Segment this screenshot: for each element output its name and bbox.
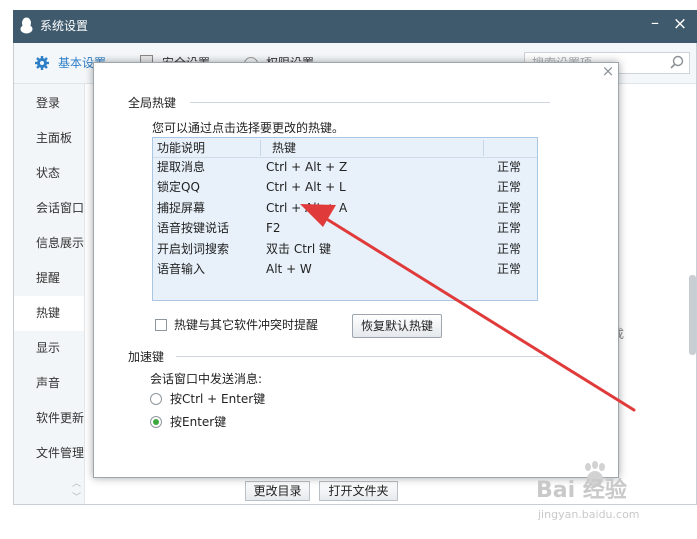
dialog-close-button[interactable]: × — [601, 64, 615, 79]
table-cell-hotkey[interactable]: Ctrl + Alt + L — [266, 177, 346, 197]
open-folder-button[interactable]: 打开文件夹 — [319, 481, 398, 501]
title-bar — [13, 10, 697, 43]
table-cell-status: 正常 — [497, 221, 522, 235]
radio-ctrl-enter-label[interactable]: 按Ctrl + Enter键 — [170, 391, 265, 407]
chevron-up-icon[interactable]: ︿ — [72, 476, 81, 489]
baidu-watermark-url: jingyan.baidu.com — [538, 508, 640, 521]
chevron-down-icon[interactable]: ﹀ — [72, 490, 81, 503]
sidebar-item-login[interactable]: 登录 — [14, 86, 84, 121]
send-message-label: 会话窗口中发送消息: — [150, 372, 263, 386]
table-cell-status: 正常 — [497, 262, 522, 276]
restore-default-hotkeys-button[interactable]: 恢复默认热键 — [352, 314, 442, 338]
sidebar-item-chat-window[interactable]: 会话窗口 — [14, 191, 84, 226]
table-cell-function: 开启划词搜索 — [157, 242, 230, 256]
table-cell-status: 正常 — [497, 242, 522, 256]
table-cell-hotkey[interactable]: Alt + W — [266, 259, 312, 279]
column-separator — [260, 140, 261, 156]
close-window-button[interactable]: × — [672, 15, 688, 33]
sidebar-item-main-panel[interactable]: 主面板 — [14, 121, 84, 156]
radio-enter-label[interactable]: 按Enter键 — [170, 414, 226, 430]
column-header-hotkey[interactable]: 热键 — [272, 140, 296, 156]
section-divider — [190, 102, 550, 103]
table-row[interactable] — [153, 259, 537, 279]
window-title: 系统设置 — [40, 19, 89, 33]
table-cell-status: 正常 — [497, 180, 522, 194]
sidebar-item-file-management[interactable]: 文件管理 — [14, 436, 84, 471]
table-cell-status: 正常 — [497, 160, 522, 174]
sidebar-item-display[interactable]: 显示 — [14, 331, 84, 366]
table-cell-hotkey[interactable]: Ctrl + Alt + A — [266, 198, 347, 218]
column-separator — [483, 140, 484, 156]
search-icon[interactable] — [669, 55, 684, 70]
change-directory-button[interactable]: 更改目录 — [245, 481, 310, 501]
table-cell-hotkey[interactable]: F2 — [266, 218, 281, 238]
scrollbar-thumb[interactable] — [689, 275, 696, 355]
sidebar-item-status[interactable]: 状态 — [14, 156, 84, 191]
sidebar-item-hotkeys[interactable]: 热键 — [14, 296, 84, 331]
minimize-button[interactable]: – — [648, 15, 662, 32]
table-cell-status: 正常 — [497, 201, 522, 215]
conflict-reminder-checkbox[interactable] — [155, 319, 167, 331]
radio-selected-dot — [153, 419, 159, 425]
qq-penguin-icon — [20, 17, 33, 34]
baidu-watermark: Bai 经验 — [536, 478, 627, 503]
sidebar-item-software-update[interactable]: 软件更新 — [14, 401, 84, 436]
table-cell-function: 语音按键说话 — [157, 221, 230, 235]
gear-icon — [35, 56, 49, 70]
column-header-function[interactable]: 功能说明 — [157, 140, 205, 156]
radio-ctrl-enter[interactable] — [150, 393, 162, 405]
sidebar-item-sound[interactable]: 声音 — [14, 366, 84, 401]
table-cell-function: 提取消息 — [157, 160, 206, 174]
table-cell-hotkey[interactable]: Ctrl + Alt + Z — [266, 157, 347, 177]
sidebar-item-info-display[interactable]: 信息展示 — [14, 226, 84, 261]
hotkey-hint: 您可以通过点击选择要更改的热键。 — [152, 121, 345, 135]
section-divider — [176, 356, 550, 357]
sidebar-item-reminder[interactable]: 提醒 — [14, 261, 84, 296]
table-cell-function: 锁定QQ — [157, 180, 200, 194]
accelerator-section-title: 加速键 — [128, 350, 165, 364]
table-cell-function: 捕捉屏幕 — [157, 201, 206, 215]
conflict-reminder-label[interactable]: 热键与其它软件冲突时提醒 — [174, 317, 318, 333]
global-hotkey-section-title: 全局热键 — [128, 96, 177, 110]
table-cell-function: 语音输入 — [157, 262, 206, 276]
table-cell-hotkey[interactable]: 双击 Ctrl 键 — [266, 239, 331, 259]
